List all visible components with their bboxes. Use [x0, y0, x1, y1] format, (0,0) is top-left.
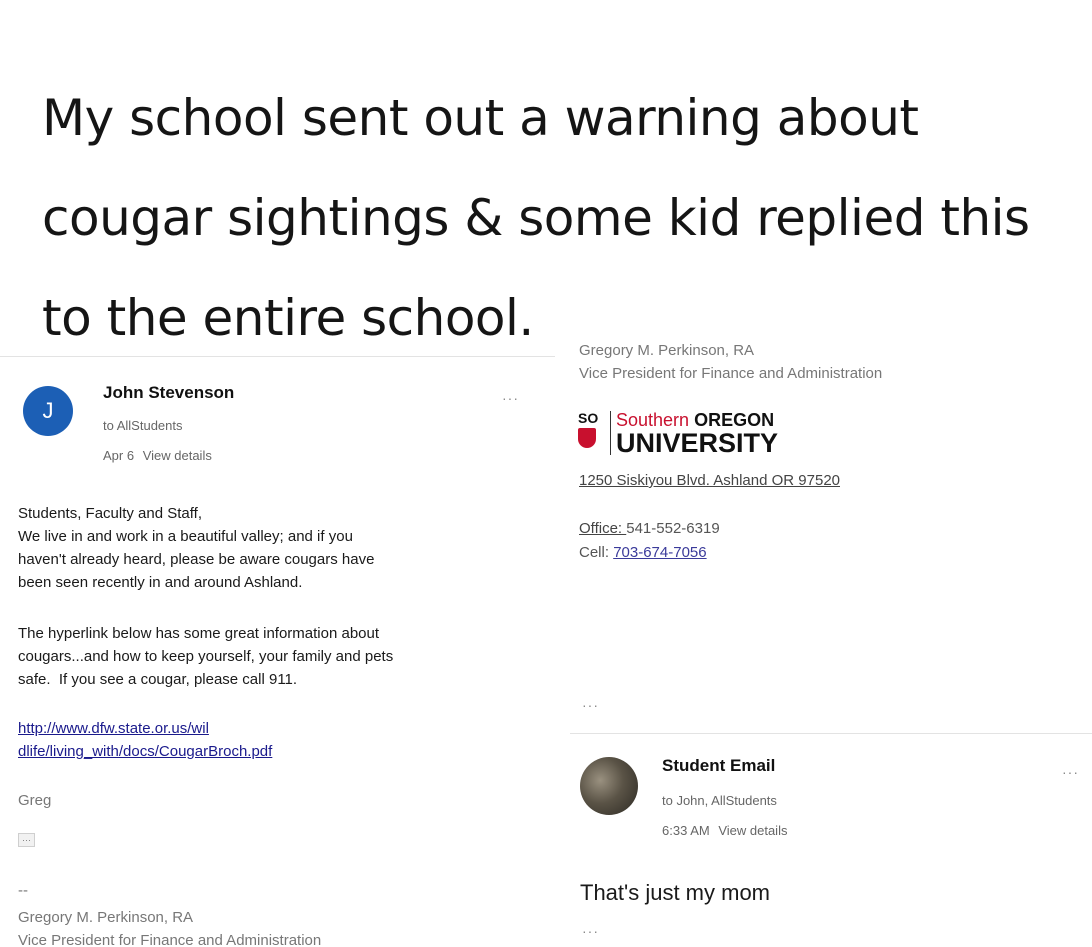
reply-body: That's just my mom [580, 880, 771, 905]
more-icon[interactable]: ··· [582, 697, 599, 713]
reply-recipient-line: to John, AllStudents [662, 793, 777, 808]
sender-avatar[interactable]: J [23, 386, 73, 436]
body-line: Students, Faculty and Staff, [18, 505, 202, 522]
sou-wordmark: Southern OREGON UNIVERSITY [616, 410, 779, 458]
show-trimmed-button[interactable]: ··· [18, 830, 35, 848]
sou-southern: Southern [616, 410, 690, 430]
cougar-brochure-link[interactable]: http://www.dfw.state.or.us/wil dlife/liv… [18, 717, 272, 763]
cell-line: Cell: 703-674-7056 [579, 544, 707, 561]
sou-shield-icon [578, 428, 596, 448]
reply-view-details-link[interactable]: View details [718, 823, 787, 838]
email-date-line: Apr 6 View details [103, 448, 212, 463]
sou-university: UNIVERSITY [616, 428, 779, 458]
reply-time-line: 6:33 AM View details [662, 823, 787, 838]
email-body-paragraph-2: The hyperlink below has some great infor… [18, 622, 548, 691]
cell-label: Cell: [579, 544, 614, 561]
signoff: Greg [18, 792, 52, 809]
sou-logo-mark: SO [578, 411, 606, 455]
link-line[interactable]: dlife/living_with/docs/CougarBroch.pdf [18, 740, 272, 763]
email-body-paragraph-1: Students, Faculty and Staff, We live in … [18, 502, 538, 594]
office-label[interactable]: Office: [579, 520, 626, 537]
logo-divider [610, 411, 611, 455]
view-details-link[interactable]: View details [143, 448, 212, 463]
divider-left [0, 356, 555, 357]
body-line: been seen recently in and around Ashland… [18, 574, 303, 591]
office-line: Office: 541-552-6319 [579, 520, 720, 537]
sou-logo: SO Southern OREGON UNIVERSITY [578, 410, 779, 458]
body-line: The hyperlink below has some great infor… [18, 625, 380, 642]
post-headline: My school sent out a warning about couga… [42, 89, 1030, 347]
sou-oregon: OREGON [694, 410, 775, 430]
recipient-line: to AllStudents [103, 418, 183, 433]
body-line: haven't already heard, please be aware c… [18, 551, 375, 568]
address-link[interactable]: 1250 Siskiyou Blvd. Ashland OR 97520 [579, 472, 840, 489]
reply-sender-avatar[interactable] [580, 757, 638, 815]
body-line: safe. If you see a cougar, please call 9… [18, 671, 298, 688]
right-signature-title: Vice President for Finance and Administr… [579, 365, 883, 382]
office-number[interactable]: 541-552-6319 [626, 520, 719, 537]
cell-number[interactable]: 703-674-7056 [613, 544, 706, 561]
signature-name: Gregory M. Perkinson, RA [18, 909, 194, 926]
right-signature-name: Gregory M. Perkinson, RA [579, 342, 755, 359]
divider-right [570, 733, 1092, 734]
sou-logo-so: SO [578, 410, 599, 426]
signature-dash: -- [18, 882, 28, 899]
reply-sender-name[interactable]: Student Email [662, 756, 775, 776]
reply-time: 6:33 AM [662, 823, 710, 838]
reply-trimmed-icon[interactable]: ··· [582, 923, 599, 939]
signature-title: Vice President for Finance and Administr… [18, 932, 322, 947]
reply-more-options-icon[interactable]: ··· [1062, 764, 1079, 780]
body-line: cougars...and how to keep yourself, your… [18, 648, 394, 665]
more-options-icon[interactable]: ··· [502, 390, 519, 406]
link-line[interactable]: http://www.dfw.state.or.us/wil [18, 717, 272, 740]
sou-wordmark-line1: Southern OREGON [616, 410, 778, 430]
trimmed-content-icon[interactable]: ··· [18, 833, 35, 847]
sender-name[interactable]: John Stevenson [103, 383, 234, 403]
email-date: Apr 6 [103, 448, 135, 463]
body-line: We live in and work in a beautiful valle… [18, 528, 353, 545]
